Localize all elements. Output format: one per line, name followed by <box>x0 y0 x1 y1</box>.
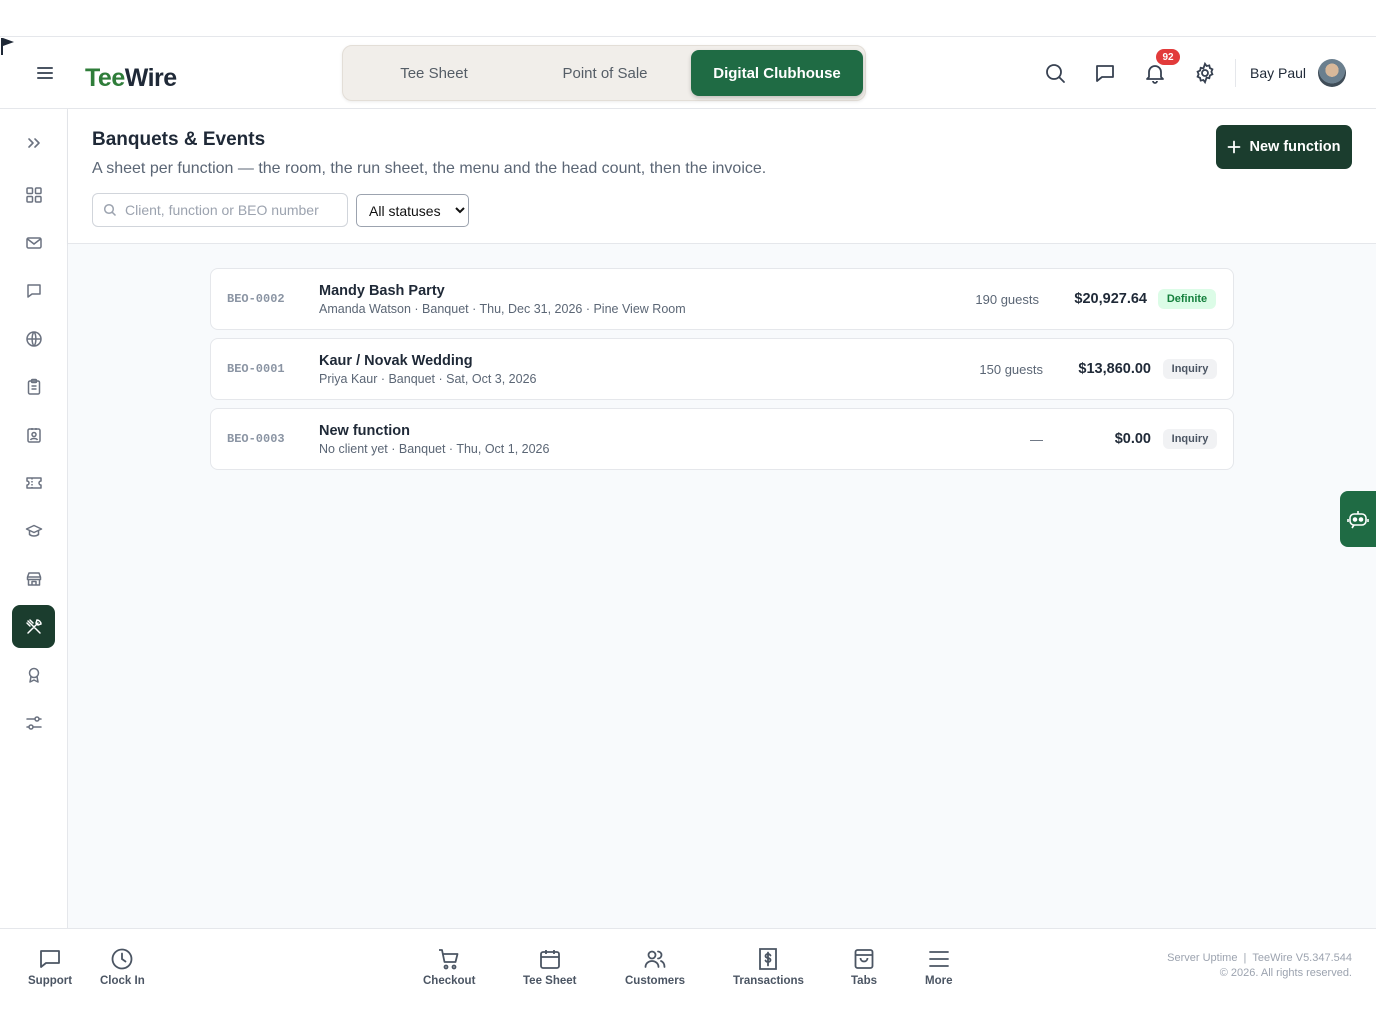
beo-number: BEO-0001 <box>227 362 285 376</box>
version-label: TeeWire V5.347.544 <box>1252 952 1352 964</box>
status-badge: Inquiry <box>1163 429 1217 449</box>
footer-support-button[interactable]: Support <box>28 947 72 987</box>
sidebar-sliders-icon[interactable] <box>12 701 55 744</box>
footer-support-label: Support <box>28 975 73 987</box>
guest-count: 150 guests <box>979 362 1043 377</box>
clock-icon <box>111 948 133 970</box>
server-uptime-link[interactable]: Server Uptime <box>1167 952 1237 964</box>
sidebar-utensils-icon[interactable] <box>12 605 55 648</box>
function-name: New function <box>319 423 411 439</box>
beo-number: BEO-0002 <box>227 292 285 306</box>
copyright-label: © 2026. All rights reserved. <box>1219 967 1352 979</box>
footer-more-button[interactable]: More <box>925 947 952 987</box>
settings-gear-icon[interactable] <box>1193 61 1217 85</box>
footer-tabs-button[interactable]: Tabs <box>851 947 877 987</box>
footer-checkout-button[interactable]: Checkout <box>423 947 475 987</box>
footer-tee-sheet-button[interactable]: Tee Sheet <box>523 947 576 987</box>
footer-checkout-label: Checkout <box>423 975 476 987</box>
guest-count: 190 guests <box>975 292 1039 307</box>
receipt-dollar-icon <box>759 948 778 970</box>
function-row[interactable]: BEO-0002 Mandy Bash Party Amanda Watson … <box>210 268 1234 330</box>
flag-icon <box>1 38 14 55</box>
footer-more-label: More <box>925 975 953 987</box>
footer-tee-sheet-label: Tee Sheet <box>523 975 577 987</box>
sidebar-expand-icon[interactable] <box>12 121 55 164</box>
page-header: Banquets & Events A sheet per function —… <box>68 109 1376 244</box>
sidebar-clipboard-icon[interactable] <box>12 365 55 408</box>
sidebar-ticket-icon[interactable] <box>12 461 55 504</box>
status-badge: Definite <box>1158 289 1216 309</box>
footer-clock-in-label: Clock In <box>100 975 145 987</box>
bottom-toolbar: Support Clock In Checkout Tee Sheet Cust… <box>0 928 1376 996</box>
mode-point-of-sale[interactable]: Point of Sale <box>519 50 691 96</box>
function-row[interactable]: BEO-0003 New function No client yet · Ba… <box>210 408 1234 470</box>
function-search <box>92 193 348 227</box>
notifications-badge: 92 <box>1156 49 1180 65</box>
top-header: Tee Wire Tee Sheet Point of Sale Digital … <box>0 37 1376 109</box>
function-meta: Amanda Watson · Banquet · Thu, Dec 31, 2… <box>319 302 686 316</box>
function-meta: Priya Kaur · Banquet · Sat, Oct 3, 2026 <box>319 372 537 386</box>
sidebar-dashboard-icon[interactable] <box>12 173 55 216</box>
sidebar-store-icon[interactable] <box>12 557 55 600</box>
bottom-strip <box>0 996 1376 1032</box>
status-filter-select[interactable]: All statuses <box>356 194 469 227</box>
plus-icon <box>1228 140 1241 154</box>
user-avatar[interactable] <box>1318 59 1346 87</box>
function-name: Kaur / Novak Wedding <box>319 353 473 369</box>
sidebar-id-badge-icon[interactable] <box>12 413 55 456</box>
functions-list-area: BEO-0002 Mandy Bash Party Amanda Watson … <box>68 244 1376 928</box>
menu-icon <box>928 951 949 967</box>
sidebar-chat-icon[interactable] <box>12 269 55 312</box>
left-sidebar <box>0 109 68 928</box>
footer-clock-in-button[interactable]: Clock In <box>100 947 145 987</box>
footer-customers-button[interactable]: Customers <box>625 947 685 987</box>
mode-tee-sheet[interactable]: Tee Sheet <box>349 50 519 96</box>
function-amount: $13,860.00 <box>1078 361 1151 377</box>
page-title: Banquets & Events <box>92 129 266 150</box>
support-chat-icon <box>40 950 60 968</box>
function-amount: $20,927.64 <box>1074 291 1147 307</box>
footer-transactions-label: Transactions <box>733 975 804 987</box>
search-icon[interactable] <box>1043 61 1067 85</box>
browser-top-strip <box>0 0 1376 37</box>
shopping-bag-icon <box>854 949 874 969</box>
mode-digital-clubhouse[interactable]: Digital Clubhouse <box>691 50 863 96</box>
cart-icon <box>439 949 459 970</box>
user-name[interactable]: Bay Paul <box>1250 65 1306 81</box>
footer-tabs-label: Tabs <box>851 975 877 987</box>
calendar-icon <box>539 950 560 969</box>
footer-customers-label: Customers <box>625 975 686 987</box>
search-icon <box>103 203 117 217</box>
hamburger-menu-icon[interactable] <box>33 61 57 85</box>
footer-info: Server Uptime | TeeWire V5.347.544 © 202… <box>1167 952 1352 979</box>
search-input[interactable] <box>125 202 345 218</box>
sidebar-award-icon[interactable] <box>12 653 55 696</box>
assistant-bot-icon[interactable] <box>1340 491 1376 547</box>
sidebar-mail-icon[interactable] <box>12 221 55 264</box>
function-meta: No client yet · Banquet · Thu, Oct 1, 20… <box>319 442 550 456</box>
teewire-logo[interactable]: Tee Wire <box>85 57 177 93</box>
header-divider <box>1235 59 1236 87</box>
status-badge: Inquiry <box>1163 359 1217 379</box>
new-function-button[interactable]: New function <box>1216 125 1352 169</box>
sidebar-graduation-cap-icon[interactable] <box>12 509 55 552</box>
users-icon <box>644 950 666 968</box>
sidebar-globe-icon[interactable] <box>12 317 55 360</box>
function-amount: $0.00 <box>1114 431 1151 447</box>
page-subtitle: A sheet per function — the room, the run… <box>92 160 767 177</box>
function-row[interactable]: BEO-0001 Kaur / Novak Wedding Priya Kaur… <box>210 338 1234 400</box>
messages-icon[interactable] <box>1093 61 1117 85</box>
new-function-label: New function <box>1249 139 1341 155</box>
mode-switcher: Tee Sheet Point of Sale Digital Clubhous… <box>342 45 866 101</box>
function-name: Mandy Bash Party <box>319 283 445 299</box>
guest-count: — <box>1030 432 1043 447</box>
footer-transactions-button[interactable]: Transactions <box>733 947 804 987</box>
beo-number: BEO-0003 <box>227 432 285 446</box>
